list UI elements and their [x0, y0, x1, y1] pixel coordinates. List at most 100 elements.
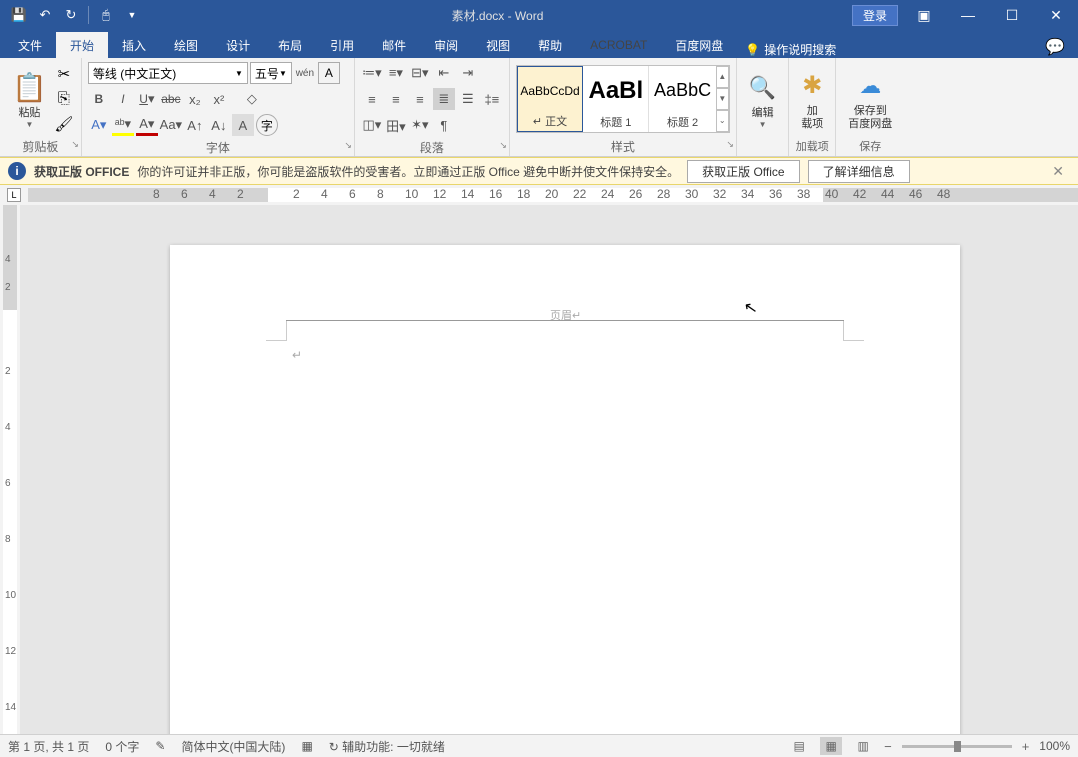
tab-mailings[interactable]: 邮件 [368, 32, 420, 58]
align-left-icon[interactable]: ≡ [361, 88, 383, 110]
login-button[interactable]: 登录 [852, 5, 898, 26]
tab-design[interactable]: 设计 [212, 32, 264, 58]
zoom-level[interactable]: 100% [1039, 739, 1070, 753]
tab-references[interactable]: 引用 [316, 32, 368, 58]
spell-check-icon[interactable]: ✎ [155, 739, 165, 753]
numbering-icon[interactable]: ≡▾ [385, 62, 407, 84]
paste-button[interactable]: 📋 粘贴 ▼ [6, 61, 53, 136]
undo-icon[interactable]: ↶ [34, 4, 56, 26]
grow-font-icon[interactable]: A↑ [184, 114, 206, 136]
notice-close-icon[interactable]: ✕ [1046, 163, 1070, 180]
decrease-indent-icon[interactable]: ⇤ [433, 62, 455, 84]
ribbon-options-icon[interactable]: ▣ [906, 2, 942, 28]
styles-up-icon[interactable]: ▲ [716, 66, 729, 88]
highlight-icon[interactable]: ᵃᵇ▾ [112, 114, 134, 136]
borders-icon[interactable]: 田▾ [385, 114, 407, 136]
tab-insert[interactable]: 插入 [108, 32, 160, 58]
multilevel-icon[interactable]: ⊟▾ [409, 62, 431, 84]
underline-icon[interactable]: U▾ [136, 88, 158, 110]
zoom-handle[interactable] [954, 741, 961, 752]
styles-more-icon[interactable]: ⌄ [716, 110, 729, 132]
superscript-icon[interactable]: x² [208, 88, 230, 110]
clipboard-launcher-icon[interactable]: ↘ [71, 139, 79, 150]
web-layout-icon[interactable]: ▥ [852, 737, 874, 755]
print-layout-icon[interactable]: ▦ [820, 737, 842, 755]
tab-help[interactable]: 帮助 [524, 32, 576, 58]
tab-layout[interactable]: 布局 [264, 32, 316, 58]
addin-button[interactable]: ✱ 加 载项 [795, 61, 829, 136]
char-shading-icon[interactable]: A [232, 114, 254, 136]
language-status[interactable]: 简体中文(中国大陆) [181, 738, 285, 755]
zoom-in-icon[interactable]: + [1022, 739, 1030, 754]
style-normal[interactable]: AaBbCcDd ↵ 正文 [517, 66, 583, 132]
paragraph-group-label: 段落 [420, 141, 444, 155]
document-canvas[interactable]: 页眉↵ ↖ ↵ [20, 205, 1078, 734]
text-effects-icon[interactable]: A▾ [88, 114, 110, 136]
clear-format-icon[interactable]: ◇ [232, 88, 272, 110]
word-count[interactable]: 0 个字 [105, 738, 139, 755]
italic-icon[interactable]: I [112, 88, 134, 110]
status-bar: 第 1 页, 共 1 页 0 个字 ✎ 简体中文(中国大陆) ▦ ↻ 辅助功能:… [0, 734, 1078, 757]
change-case-icon[interactable]: Aa▾ [160, 114, 182, 136]
zoom-slider[interactable] [902, 745, 1012, 748]
maximize-icon[interactable]: ☐ [994, 2, 1030, 28]
tab-acrobat[interactable]: ACROBAT [576, 32, 661, 58]
customize-qat-icon[interactable]: ▼ [121, 4, 143, 26]
styles-launcher-icon[interactable]: ↘ [726, 139, 734, 150]
font-color-icon[interactable]: A▾ [136, 114, 158, 136]
style-heading1[interactable]: AaBl 标题 1 [583, 66, 649, 132]
save-baidu-button[interactable]: ☁ 保存到 百度网盘 [842, 61, 898, 136]
ruler-tick: 4 [209, 187, 216, 201]
close-icon[interactable]: ✕ [1038, 2, 1074, 28]
zoom-out-icon[interactable]: − [884, 739, 892, 754]
save-icon[interactable]: 💾 [8, 4, 30, 26]
page-number[interactable]: 第 1 页, 共 1 页 [8, 738, 89, 755]
show-marks-icon[interactable]: ¶ [433, 114, 455, 136]
tab-home[interactable]: 开始 [56, 32, 108, 58]
font-size-combo[interactable]: 五号▼ [250, 62, 292, 84]
enclose-char-icon[interactable]: 字 [256, 114, 278, 136]
justify-icon[interactable]: ≣ [433, 88, 455, 110]
macro-icon[interactable]: ▦ [301, 739, 312, 753]
line-spacing-icon[interactable]: ‡≡ [481, 88, 503, 110]
tell-me-search[interactable]: 💡 操作说明搜索 [737, 41, 844, 58]
copy-icon[interactable]: ⎘ [53, 86, 75, 111]
tab-baidu[interactable]: 百度网盘 [661, 32, 737, 58]
touch-mode-icon[interactable]: 🖰 [95, 4, 117, 26]
tab-view[interactable]: 视图 [472, 32, 524, 58]
editing-button[interactable]: 🔍 编辑 ▼ [743, 61, 782, 136]
learn-more-button[interactable]: 了解详细信息 [808, 160, 910, 183]
align-right-icon[interactable]: ≡ [409, 88, 431, 110]
accessibility-status[interactable]: ↻ 辅助功能: 一切就绪 [329, 738, 445, 755]
redo-icon[interactable]: ↻ [60, 4, 82, 26]
get-genuine-button[interactable]: 获取正版 Office [687, 160, 799, 183]
font-launcher-icon[interactable]: ↘ [344, 140, 352, 151]
vertical-ruler[interactable]: 4224681012141618 [0, 205, 20, 734]
sort-icon[interactable]: ✶▾ [409, 114, 431, 136]
tab-draw[interactable]: 绘图 [160, 32, 212, 58]
cut-icon[interactable]: ✂ [53, 61, 75, 86]
distribute-icon[interactable]: ☰ [457, 88, 479, 110]
tab-file[interactable]: 文件 [4, 32, 56, 58]
shrink-font-icon[interactable]: A↓ [208, 114, 230, 136]
bullets-icon[interactable]: ≔▾ [361, 62, 383, 84]
bold-icon[interactable]: B [88, 88, 110, 110]
share-icon[interactable]: 💬 [1040, 36, 1070, 58]
read-mode-icon[interactable]: ▤ [788, 737, 810, 755]
strike-icon[interactable]: abc [160, 88, 182, 110]
horizontal-ruler[interactable]: 8642246810121416182022242628303234363840… [28, 185, 1078, 205]
font-name-combo[interactable]: 等线 (中文正文)▼ [88, 62, 248, 84]
format-painter-icon[interactable]: 🖌 [53, 111, 75, 136]
phonetic-guide-icon[interactable]: wén [294, 62, 316, 84]
subscript-icon[interactable]: x₂ [184, 88, 206, 110]
minimize-icon[interactable]: — [950, 2, 986, 28]
paragraph-launcher-icon[interactable]: ↘ [499, 140, 507, 151]
styles-down-icon[interactable]: ▼ [716, 88, 729, 110]
tab-selector[interactable]: L [7, 188, 21, 202]
style-heading2[interactable]: AaBbC 标题 2 [649, 66, 715, 132]
char-border-icon[interactable]: A [318, 62, 340, 84]
shading-icon[interactable]: ◫▾ [361, 114, 383, 136]
increase-indent-icon[interactable]: ⇥ [457, 62, 479, 84]
align-center-icon[interactable]: ≡ [385, 88, 407, 110]
tab-review[interactable]: 审阅 [420, 32, 472, 58]
